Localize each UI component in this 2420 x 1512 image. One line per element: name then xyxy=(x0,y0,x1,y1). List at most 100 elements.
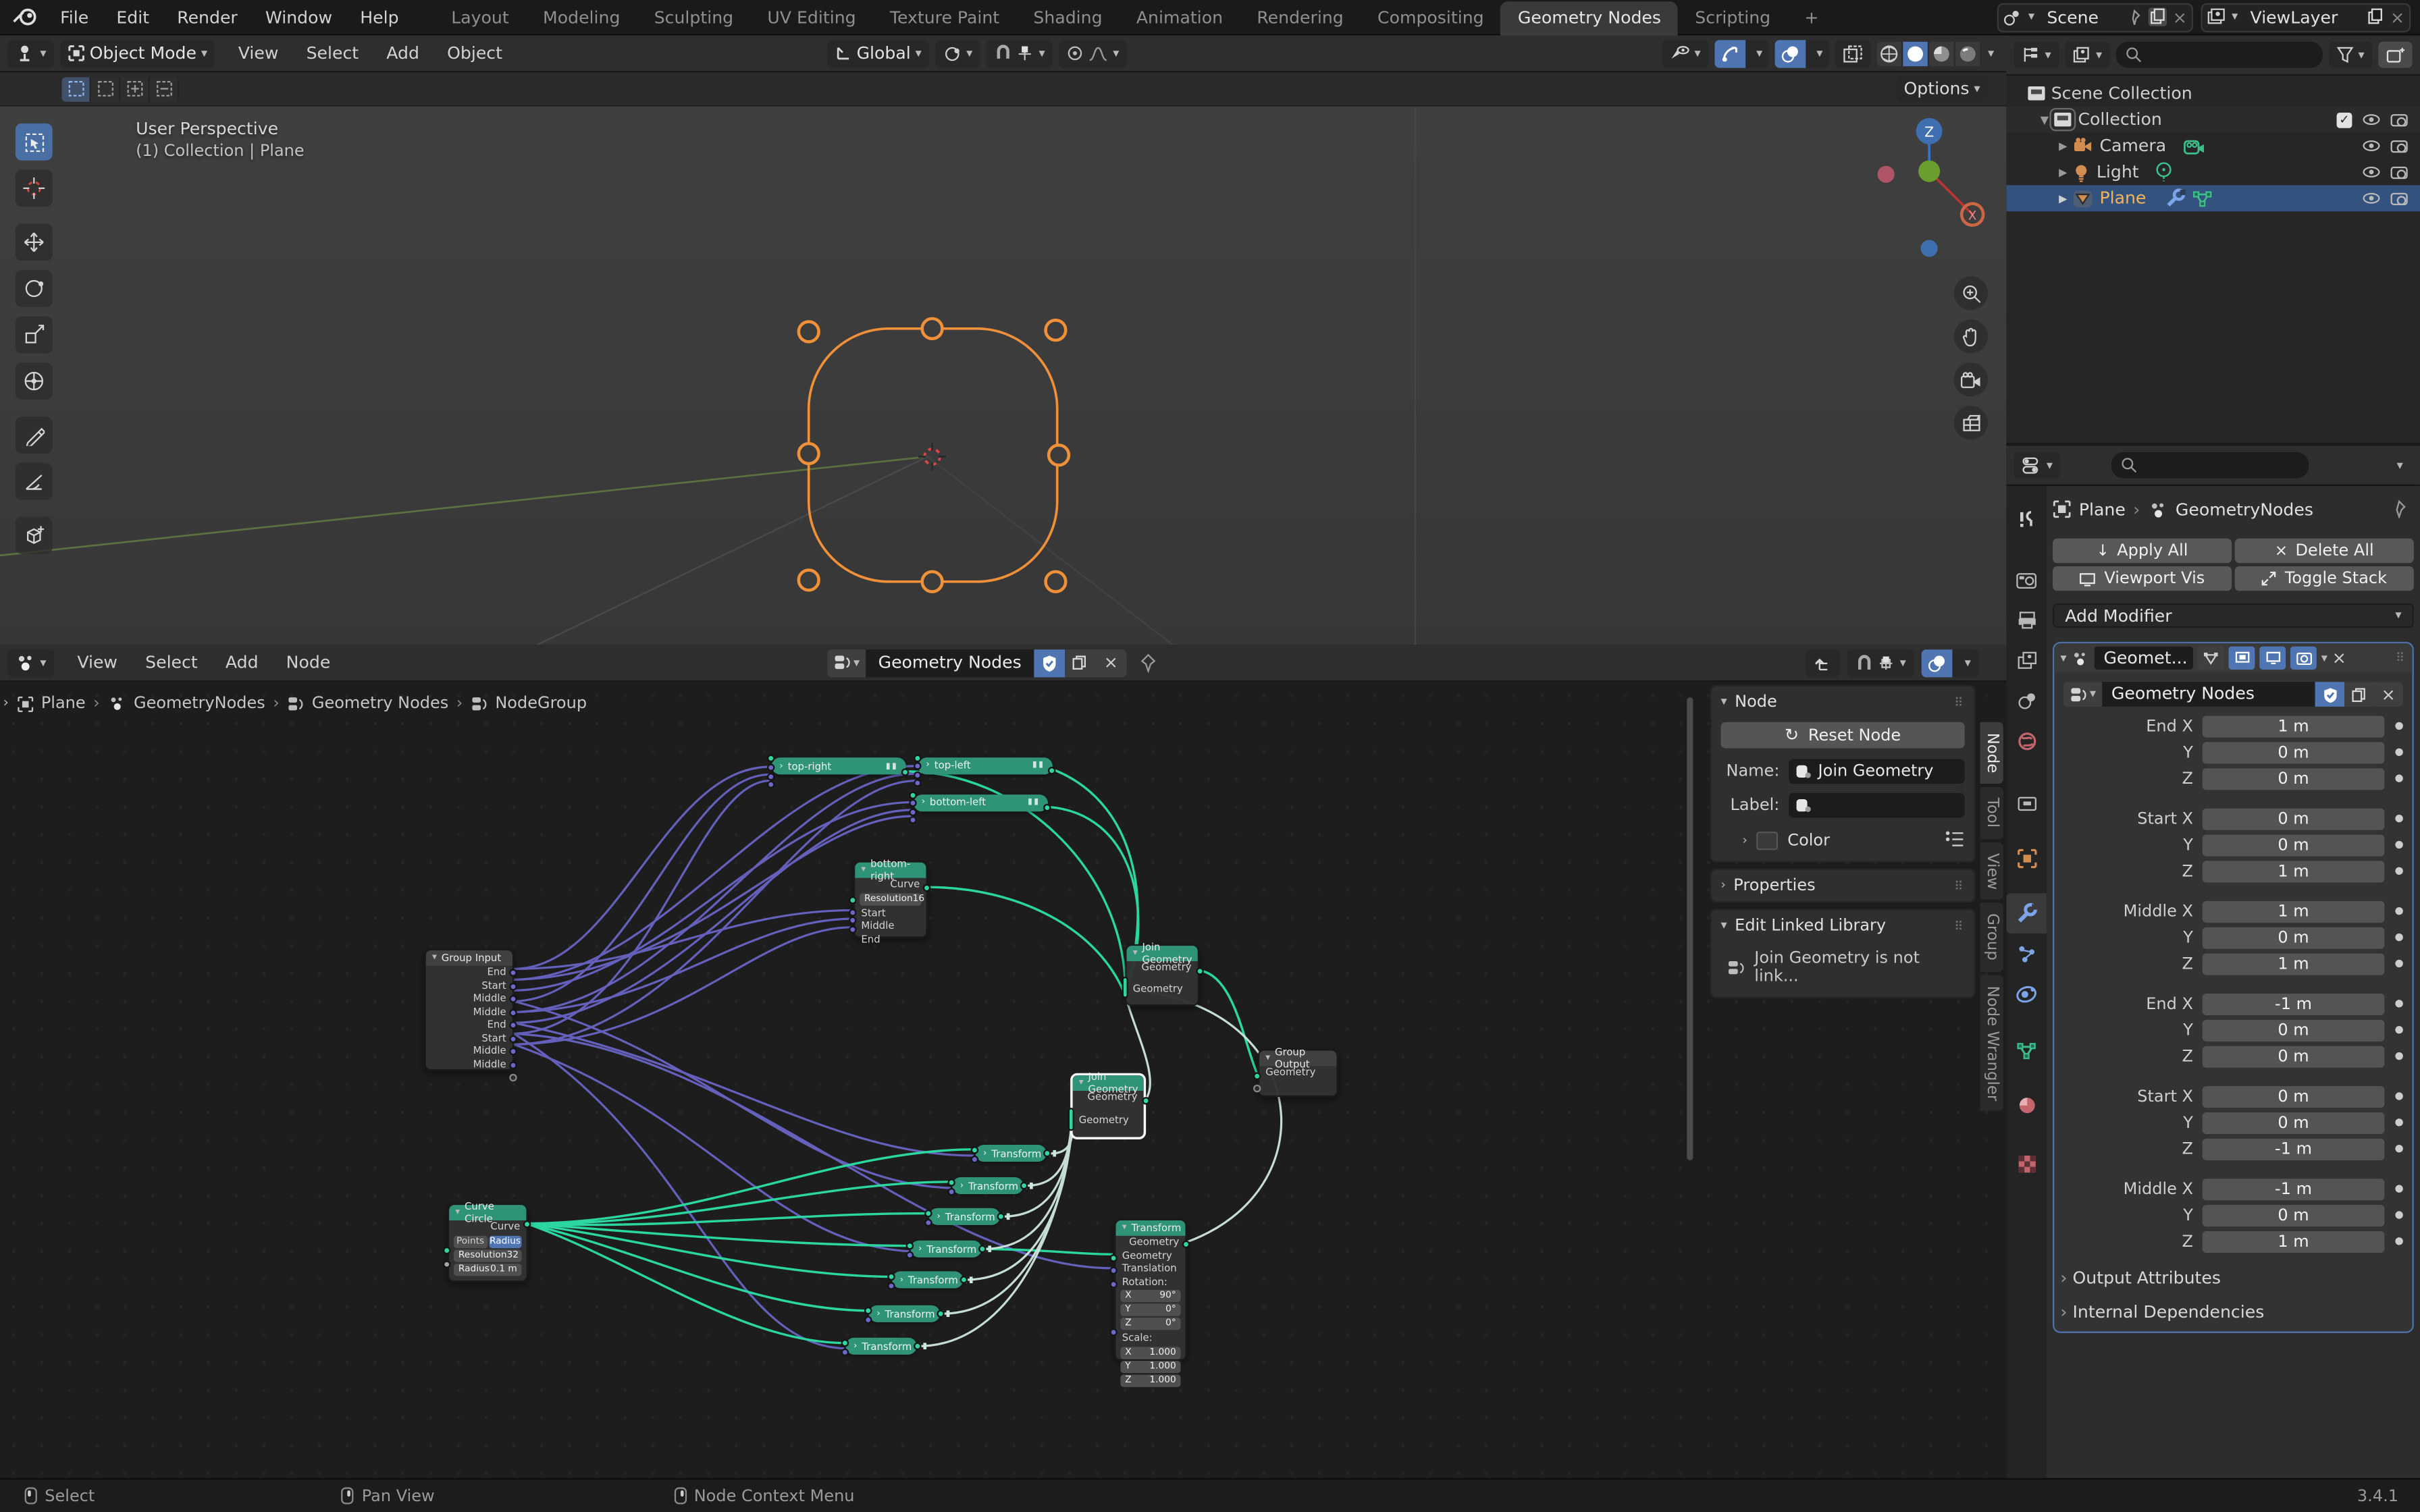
toggle-stack-button[interactable]: Toggle Stack xyxy=(2235,566,2414,591)
pin-icon[interactable] xyxy=(2391,500,2408,518)
render-visibility-icon[interactable] xyxy=(2391,166,2408,178)
value-field[interactable]: -1 m xyxy=(2203,1138,2385,1160)
tool-cursor[interactable] xyxy=(16,169,53,207)
menu-item[interactable]: Render xyxy=(163,7,252,27)
node-axis-field[interactable]: Y1.000 xyxy=(1120,1360,1180,1372)
node-transform-collapsed[interactable]: ›Transform▮▮ xyxy=(952,1177,1023,1194)
node-header[interactable]: ▾Group Input xyxy=(426,950,512,966)
collection-checkbox[interactable]: ✓ xyxy=(2337,112,2352,128)
tab-render[interactable] xyxy=(2006,560,2046,600)
tool-scale[interactable] xyxy=(16,317,53,354)
node-curve-circle[interactable]: ▾Curve Circle Curve Points Radius Resolu… xyxy=(448,1204,528,1282)
collapse-arrow-icon[interactable]: ▶ xyxy=(2059,140,2067,152)
tree-name-field[interactable]: Geometry Nodes xyxy=(866,649,1034,676)
modifier-extras-dropdown[interactable]: ▾ xyxy=(2321,652,2327,664)
render-visibility-icon[interactable] xyxy=(2391,140,2408,152)
zoom-button[interactable] xyxy=(1954,276,1988,310)
browse-node-tree-button[interactable]: ▾ xyxy=(2063,682,2102,707)
node-group-output[interactable]: ▾Group Output Geometry xyxy=(1258,1049,1338,1097)
viewport-vis-button[interactable]: Viewport Vis xyxy=(2053,566,2232,591)
shading-solid-button[interactable] xyxy=(1903,41,1929,66)
menu-item[interactable]: View xyxy=(63,653,132,673)
value-field[interactable]: 1 m xyxy=(2203,1231,2385,1252)
node-output-socket-row[interactable]: Start xyxy=(426,979,512,992)
value-field[interactable]: 0 m xyxy=(2203,1085,2385,1107)
drag-dots-icon[interactable]: ⠿ xyxy=(1954,695,1965,709)
panel-section-header[interactable]: › Output Attributes xyxy=(2060,1268,2412,1289)
hide-eye-icon[interactable] xyxy=(2363,167,2379,178)
overlays-toggle[interactable]: ▾ xyxy=(1922,649,1979,676)
select-subtract-button[interactable] xyxy=(150,76,179,101)
visibility-toggle[interactable]: ▾ xyxy=(1662,39,1709,67)
tool-annotate[interactable] xyxy=(16,416,53,454)
tab-physics[interactable] xyxy=(2006,973,2046,1013)
animate-dot[interactable] xyxy=(2395,1026,2402,1033)
transform-orientation[interactable]: Global▾ xyxy=(827,39,929,67)
node-graph-canvas[interactable]: › Plane› GeometryNodes› Geometry Nodes› … xyxy=(0,682,2006,1478)
editor-type-button[interactable]: ▾ xyxy=(7,39,54,67)
panel-section-header[interactable]: › Internal Dependencies xyxy=(2060,1302,2412,1322)
node-transform-collapsed[interactable]: ›Transform▮▮ xyxy=(869,1305,940,1322)
tab-particles[interactable] xyxy=(2006,934,2046,973)
animate-dot[interactable] xyxy=(2395,1185,2402,1192)
mode-points-button[interactable]: Points xyxy=(454,1235,487,1247)
mode-radius-button[interactable]: Radius xyxy=(488,1235,521,1247)
value-field[interactable]: 0 m xyxy=(2203,808,2385,830)
tab-output[interactable] xyxy=(2006,600,2046,640)
outliner-row-light[interactable]: ▶ Light xyxy=(2006,159,2420,185)
node-axis-field[interactable]: Z1.000 xyxy=(1120,1374,1180,1386)
breadcrumb-collapse-icon[interactable]: › xyxy=(3,697,9,711)
collapse-arrow-icon[interactable]: ▶ xyxy=(2059,166,2067,178)
workspace-tab[interactable]: Rendering xyxy=(1240,1,1361,34)
linked-library-header[interactable]: ▾Edit Linked Library⠿ xyxy=(1721,917,1965,935)
animate-dot[interactable] xyxy=(2395,722,2402,730)
pan-hand-button[interactable] xyxy=(1954,319,1988,353)
unlink-icon[interactable]: × xyxy=(2173,7,2187,27)
fake-user-shield-button[interactable] xyxy=(2315,682,2344,707)
node-axis-field[interactable]: Y0° xyxy=(1120,1303,1180,1316)
node-axis-field[interactable]: X90° xyxy=(1120,1290,1180,1302)
resolution-field[interactable]: Resolution16 xyxy=(860,892,921,905)
add-modifier-dropdown[interactable]: Add Modifier ▾ xyxy=(2053,603,2414,628)
select-extend-button[interactable] xyxy=(120,76,149,101)
value-field[interactable]: 0 m xyxy=(2203,1112,2385,1133)
node-value-field[interactable]: Radius0.1 m xyxy=(454,1263,522,1275)
node-output-socket-row[interactable]: Middle xyxy=(426,992,512,1005)
drag-dots-icon[interactable]: ⠿ xyxy=(1954,879,1965,893)
node-header[interactable]: ▾Join Geometry xyxy=(1073,1075,1144,1091)
geometry-node-editor[interactable]: ▾ ViewSelectAddNode ▾ Geometry Nodes × ▾… xyxy=(0,645,2006,1478)
animate-dot[interactable] xyxy=(2395,867,2402,875)
workspace-tab[interactable]: Animation xyxy=(1120,1,1240,34)
xray-toggle[interactable] xyxy=(1835,39,1871,67)
animate-dot[interactable] xyxy=(2395,841,2402,848)
menu-item[interactable]: View xyxy=(224,43,292,63)
select-new-button[interactable] xyxy=(91,76,120,101)
blender-logo-icon[interactable] xyxy=(12,5,40,30)
node-header[interactable]: ▾Join Geometry xyxy=(1127,946,1198,961)
fake-user-shield-button[interactable] xyxy=(1034,649,1065,676)
menu-item[interactable]: Add xyxy=(373,43,433,63)
animate-dot[interactable] xyxy=(2395,1118,2402,1126)
viewport-3d[interactable]: ▾ Object Mode ▾ ViewSelectAddObject Glob… xyxy=(0,36,2006,645)
collapse-arrow-icon[interactable]: ▶ xyxy=(2059,192,2067,205)
editor-type-button[interactable]: ▾ xyxy=(7,649,54,676)
delete-all-button[interactable]: ×Delete All xyxy=(2235,539,2414,564)
animate-dot[interactable] xyxy=(2395,1092,2402,1100)
value-field[interactable]: 0 m xyxy=(2203,1204,2385,1226)
node-header[interactable]: ▾Group Output xyxy=(1259,1051,1336,1066)
workspace-tab[interactable]: Layout xyxy=(434,1,526,34)
tool-rotate[interactable] xyxy=(16,270,53,307)
unlink-node-tree-button[interactable]: × xyxy=(2373,682,2402,707)
value-field[interactable]: 0 m xyxy=(2203,1046,2385,1067)
gizmo-toggle[interactable]: ▾ xyxy=(1714,39,1768,67)
outliner-display-mode[interactable]: ▾ xyxy=(2014,42,2059,68)
presets-list-icon[interactable] xyxy=(1945,830,1965,852)
sidebar-tab[interactable]: Tool xyxy=(1980,787,2003,838)
tool-move[interactable] xyxy=(16,223,53,261)
outliner-filter-button[interactable]: ▾ xyxy=(2329,42,2372,68)
workspace-tab[interactable]: Modeling xyxy=(526,1,637,34)
node-join-geometry-2-active[interactable]: ▾Join Geometry Geometry Geometry xyxy=(1071,1074,1145,1139)
tab-tool[interactable] xyxy=(2006,498,2046,538)
edit-mode-toggle[interactable] xyxy=(2198,647,2224,670)
properties-panel[interactable]: ›Properties⠿ xyxy=(1710,869,1976,902)
